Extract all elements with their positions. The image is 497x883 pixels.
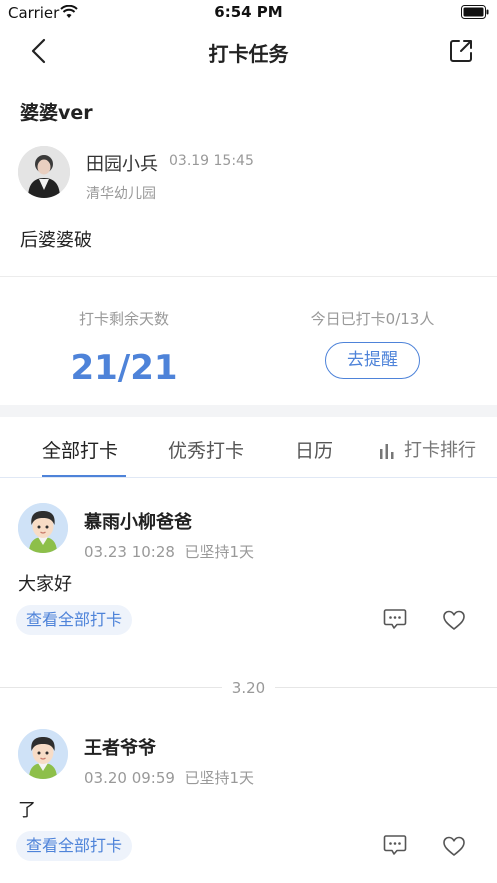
tab-bar: 全部打卡 优秀打卡 日历 打卡排行 [0,418,497,478]
tab-ranking[interactable]: 打卡排行 [378,436,476,462]
post-time: 03.23 10:28 [84,543,175,561]
bar-chart-icon [380,444,394,459]
date-separator-line [275,687,497,688]
comment-icon[interactable] [383,608,407,630]
avatar[interactable] [18,503,68,553]
share-external-icon[interactable] [447,37,475,65]
tab-ranking-label: 打卡排行 [404,440,476,461]
divider [0,276,497,277]
author-avatar[interactable] [18,146,70,198]
tab-excellent-checkins[interactable]: 优秀打卡 [168,436,244,463]
task-title: 婆婆ver [20,102,93,124]
post-author-name: 慕雨小柳爸爸 [84,512,192,533]
status-time: 6:54 PM [214,3,283,21]
today-checkin-label: 今日已打卡0/13人 [310,310,435,328]
avatar[interactable] [18,729,68,779]
tab-all-checkins[interactable]: 全部打卡 [42,436,118,463]
post-author-name: 王者爷爷 [84,738,156,759]
post-streak: 已坚持1天 [184,769,255,787]
heart-icon[interactable] [442,609,466,631]
author-school: 清华幼儿园 [86,186,156,202]
date-separator: 3.20 [231,679,266,697]
remaining-days-value: 21/21 [70,348,178,388]
status-bar: Carrier 6:54 PM [0,0,497,26]
view-all-checkins-button[interactable]: 查看全部打卡 [16,605,133,635]
nav-bar: 打卡任务 [0,26,497,76]
tab-calendar[interactable]: 日历 [295,436,333,463]
post-text: 了 [18,800,36,821]
view-all-checkins-button[interactable]: 查看全部打卡 [16,831,133,861]
post-meta: 03.20 09:59 已坚持1天 [84,767,254,788]
remaining-days-label: 打卡剩余天数 [78,310,169,328]
author-photo-icon [18,146,70,198]
author-time: 03.19 15:45 [169,153,254,169]
active-tab-indicator [42,475,126,477]
comment-icon[interactable] [383,834,407,856]
post-streak: 已坚持1天 [184,543,255,561]
heart-icon[interactable] [442,835,466,857]
task-content: 后婆婆破 [20,230,92,251]
remind-button[interactable]: 去提醒 [325,342,420,379]
author-name: 田园小兵 [86,154,158,175]
cartoon-boy-avatar-icon [18,503,68,553]
post-text: 大家好 [18,574,72,595]
post-meta: 03.23 10:28 已坚持1天 [84,541,254,562]
cartoon-boy-avatar-icon [18,729,68,779]
page-title: 打卡任务 [208,42,289,66]
date-separator-line [0,687,222,688]
section-gap [0,405,497,417]
post-time: 03.20 09:59 [84,769,175,787]
battery-icon [461,5,489,19]
